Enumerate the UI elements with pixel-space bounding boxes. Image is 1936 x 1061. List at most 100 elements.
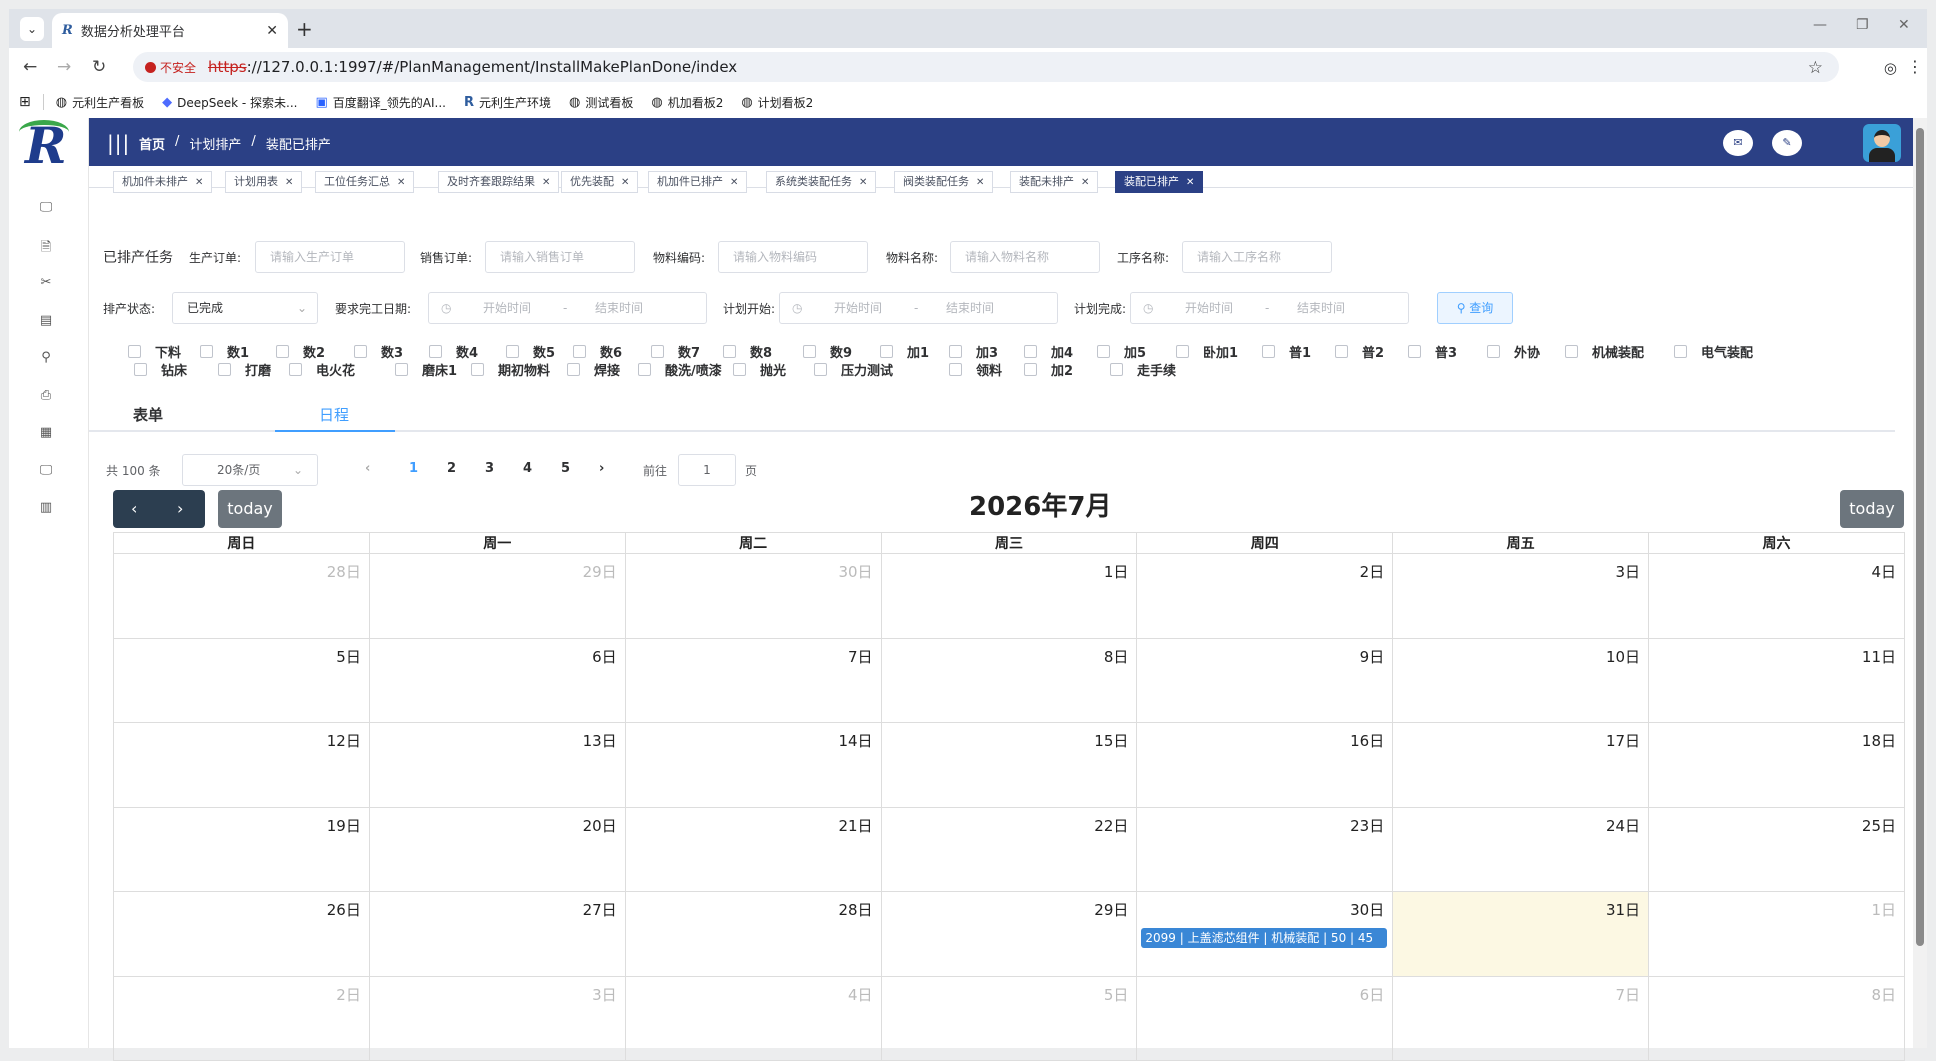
close-tab-icon[interactable]: ✕	[266, 23, 278, 39]
calendar-day[interactable]: 15日	[880, 722, 1138, 808]
process-checkbox[interactable]: 数6	[573, 342, 622, 361]
process-checkbox[interactable]: 数3	[354, 342, 403, 361]
calendar-day[interactable]: 30日	[624, 553, 882, 639]
material-code-input[interactable]: 请输入物料编码	[718, 241, 868, 273]
process-checkbox[interactable]: 打磨	[218, 360, 271, 379]
tag-item[interactable]: 机加件未排产 ✕	[113, 171, 213, 193]
page-number[interactable]: 4	[523, 461, 532, 476]
calendar-day[interactable]: 8日	[880, 637, 1138, 723]
calendar-day[interactable]: 22日	[880, 806, 1138, 892]
menu-icon[interactable]: ⋮	[1907, 57, 1923, 76]
tab-form[interactable]: 表单	[133, 404, 163, 425]
calendar-day[interactable]: 21日	[624, 806, 882, 892]
maximize-icon[interactable]: ❐	[1856, 17, 1869, 33]
calendar-day[interactable]: 14日	[624, 722, 882, 808]
calendar-day[interactable]: 7日	[624, 637, 882, 723]
new-tab-button[interactable]: +	[296, 17, 313, 41]
calendar-icon[interactable]: ▥	[37, 500, 55, 515]
calendar-day[interactable]: 2日	[1136, 553, 1394, 639]
prev-month-button[interactable]: ‹	[131, 490, 137, 528]
process-checkbox[interactable]: 加5	[1097, 342, 1146, 361]
bookmark-item[interactable]: ▣ 百度翻译_领先的AI...	[315, 94, 446, 111]
calendar-day[interactable]: 29日	[368, 553, 626, 639]
sales-order-input[interactable]: 请输入销售订单	[485, 241, 635, 273]
browser-tab[interactable]: R 数据分析处理平台 ✕	[52, 13, 288, 48]
breadcrumb-item[interactable]: 计划排产	[189, 134, 241, 153]
screen-icon[interactable]: 🖵	[37, 463, 55, 478]
insecure-badge[interactable]: 不安全	[145, 59, 196, 76]
prod-order-input[interactable]: 请输入生产订单	[255, 241, 405, 273]
process-checkbox[interactable]: 下料	[128, 342, 181, 361]
url-field[interactable]: 不安全 https://127.0.0.1:1997/#/PlanManagem…	[133, 52, 1923, 82]
next-month-button[interactable]: ›	[177, 490, 183, 528]
process-checkbox[interactable]: 普1	[1262, 342, 1311, 361]
calendar-day[interactable]: 13日	[368, 722, 626, 808]
edit-icon[interactable]: ✎	[1772, 130, 1802, 156]
process-checkbox[interactable]: 加2	[1024, 360, 1073, 379]
tag-item[interactable]: 优先装配 ✕	[561, 171, 639, 193]
page-number[interactable]: 5	[561, 461, 570, 476]
calendar-day[interactable]: 10日	[1392, 637, 1650, 723]
process-checkbox[interactable]: 数2	[276, 342, 325, 361]
process-checkbox[interactable]: 磨床1	[395, 360, 457, 379]
process-checkbox[interactable]: 走手续	[1110, 360, 1176, 379]
tag-item[interactable]: 工位任务汇总 ✕	[315, 171, 415, 193]
reload-icon[interactable]: ↻	[92, 57, 106, 77]
process-checkbox[interactable]: 领料	[949, 360, 1002, 379]
calendar-day[interactable]: 25日	[1648, 806, 1905, 892]
process-checkbox[interactable]: 数5	[506, 342, 555, 361]
tag-item[interactable]: 及时齐套跟踪结果 ✕	[438, 171, 560, 193]
close-window-icon[interactable]: ✕	[1898, 17, 1910, 33]
page-number[interactable]: 3	[485, 461, 494, 476]
profile-icon[interactable]: ◎	[1884, 59, 1897, 77]
process-checkbox[interactable]: 数9	[803, 342, 852, 361]
calendar-day[interactable]: 28日	[624, 891, 882, 977]
process-checkbox[interactable]: 普2	[1335, 342, 1384, 361]
tag-item[interactable]: 系统类装配任务 ✕	[766, 171, 877, 193]
goto-page-input[interactable]: 1	[678, 454, 736, 486]
bookmark-item[interactable]: ◍ 测试看板	[569, 94, 633, 111]
due-date-range[interactable]: ◷ 开始时间 - 结束时间	[428, 292, 707, 324]
process-checkbox[interactable]: 加4	[1024, 342, 1073, 361]
calendar-day[interactable]: 16日	[1136, 722, 1394, 808]
apps-grid-icon[interactable]: ⊞	[19, 94, 31, 110]
page-number[interactable]: 2	[447, 461, 456, 476]
calendar-day[interactable]: 28日	[113, 553, 370, 639]
process-checkbox[interactable]: 焊接	[567, 360, 620, 379]
today-button[interactable]: today	[1840, 490, 1904, 528]
tag-item-active[interactable]: 装配已排产 ✕	[1115, 171, 1204, 193]
next-page-icon[interactable]: ›	[599, 461, 604, 476]
calendar-day[interactable]: 1日	[880, 553, 1138, 639]
calendar-event[interactable]: 2099 | 上盖滤芯组件 | 机械装配 | 50 | 45	[1141, 928, 1388, 948]
process-checkbox[interactable]: 机械装配	[1565, 342, 1644, 361]
calendar-day[interactable]: 19日	[113, 806, 370, 892]
tag-item[interactable]: 计划用表 ✕	[225, 171, 303, 193]
tools-icon[interactable]: ✂	[37, 275, 55, 290]
page-scrollbar[interactable]	[1913, 118, 1927, 1048]
process-checkbox[interactable]: 数8	[723, 342, 772, 361]
query-button[interactable]: ⚲ 查询	[1437, 292, 1513, 324]
process-checkbox[interactable]: 钻床	[134, 360, 187, 379]
calendar-day[interactable]: 18日	[1648, 722, 1905, 808]
bookmark-star-icon[interactable]: ☆	[1808, 58, 1823, 78]
calendar-day[interactable]: 4日	[1648, 553, 1905, 639]
process-checkbox[interactable]: 数1	[200, 342, 249, 361]
monitor-icon[interactable]: 🖵	[37, 200, 55, 215]
prev-page-icon[interactable]: ‹	[365, 461, 370, 476]
calendar-day[interactable]: 24日	[1392, 806, 1650, 892]
forward-icon[interactable]: →	[57, 57, 71, 77]
hamburger-icon[interactable]: |||	[107, 131, 130, 155]
calendar-day[interactable]: 5日	[113, 637, 370, 723]
tab-search-icon[interactable]: ⌄	[20, 17, 44, 41]
plan-end-range[interactable]: ◷ 开始时间 - 结束时间	[1130, 292, 1409, 324]
breadcrumb-home[interactable]: 首页	[139, 134, 165, 153]
calendar-day[interactable]: 1日	[1648, 891, 1905, 977]
report-icon[interactable]: ▦	[37, 425, 55, 440]
calendar-day[interactable]: 12日	[113, 722, 370, 808]
process-checkbox[interactable]: 电气装配	[1674, 342, 1753, 361]
calendar-day[interactable]: 11日	[1648, 637, 1905, 723]
avatar[interactable]	[1863, 124, 1901, 162]
process-checkbox[interactable]: 加3	[949, 342, 998, 361]
calendar-day[interactable]: 31日	[1392, 891, 1650, 977]
material-name-input[interactable]: 请输入物料名称	[950, 241, 1100, 273]
